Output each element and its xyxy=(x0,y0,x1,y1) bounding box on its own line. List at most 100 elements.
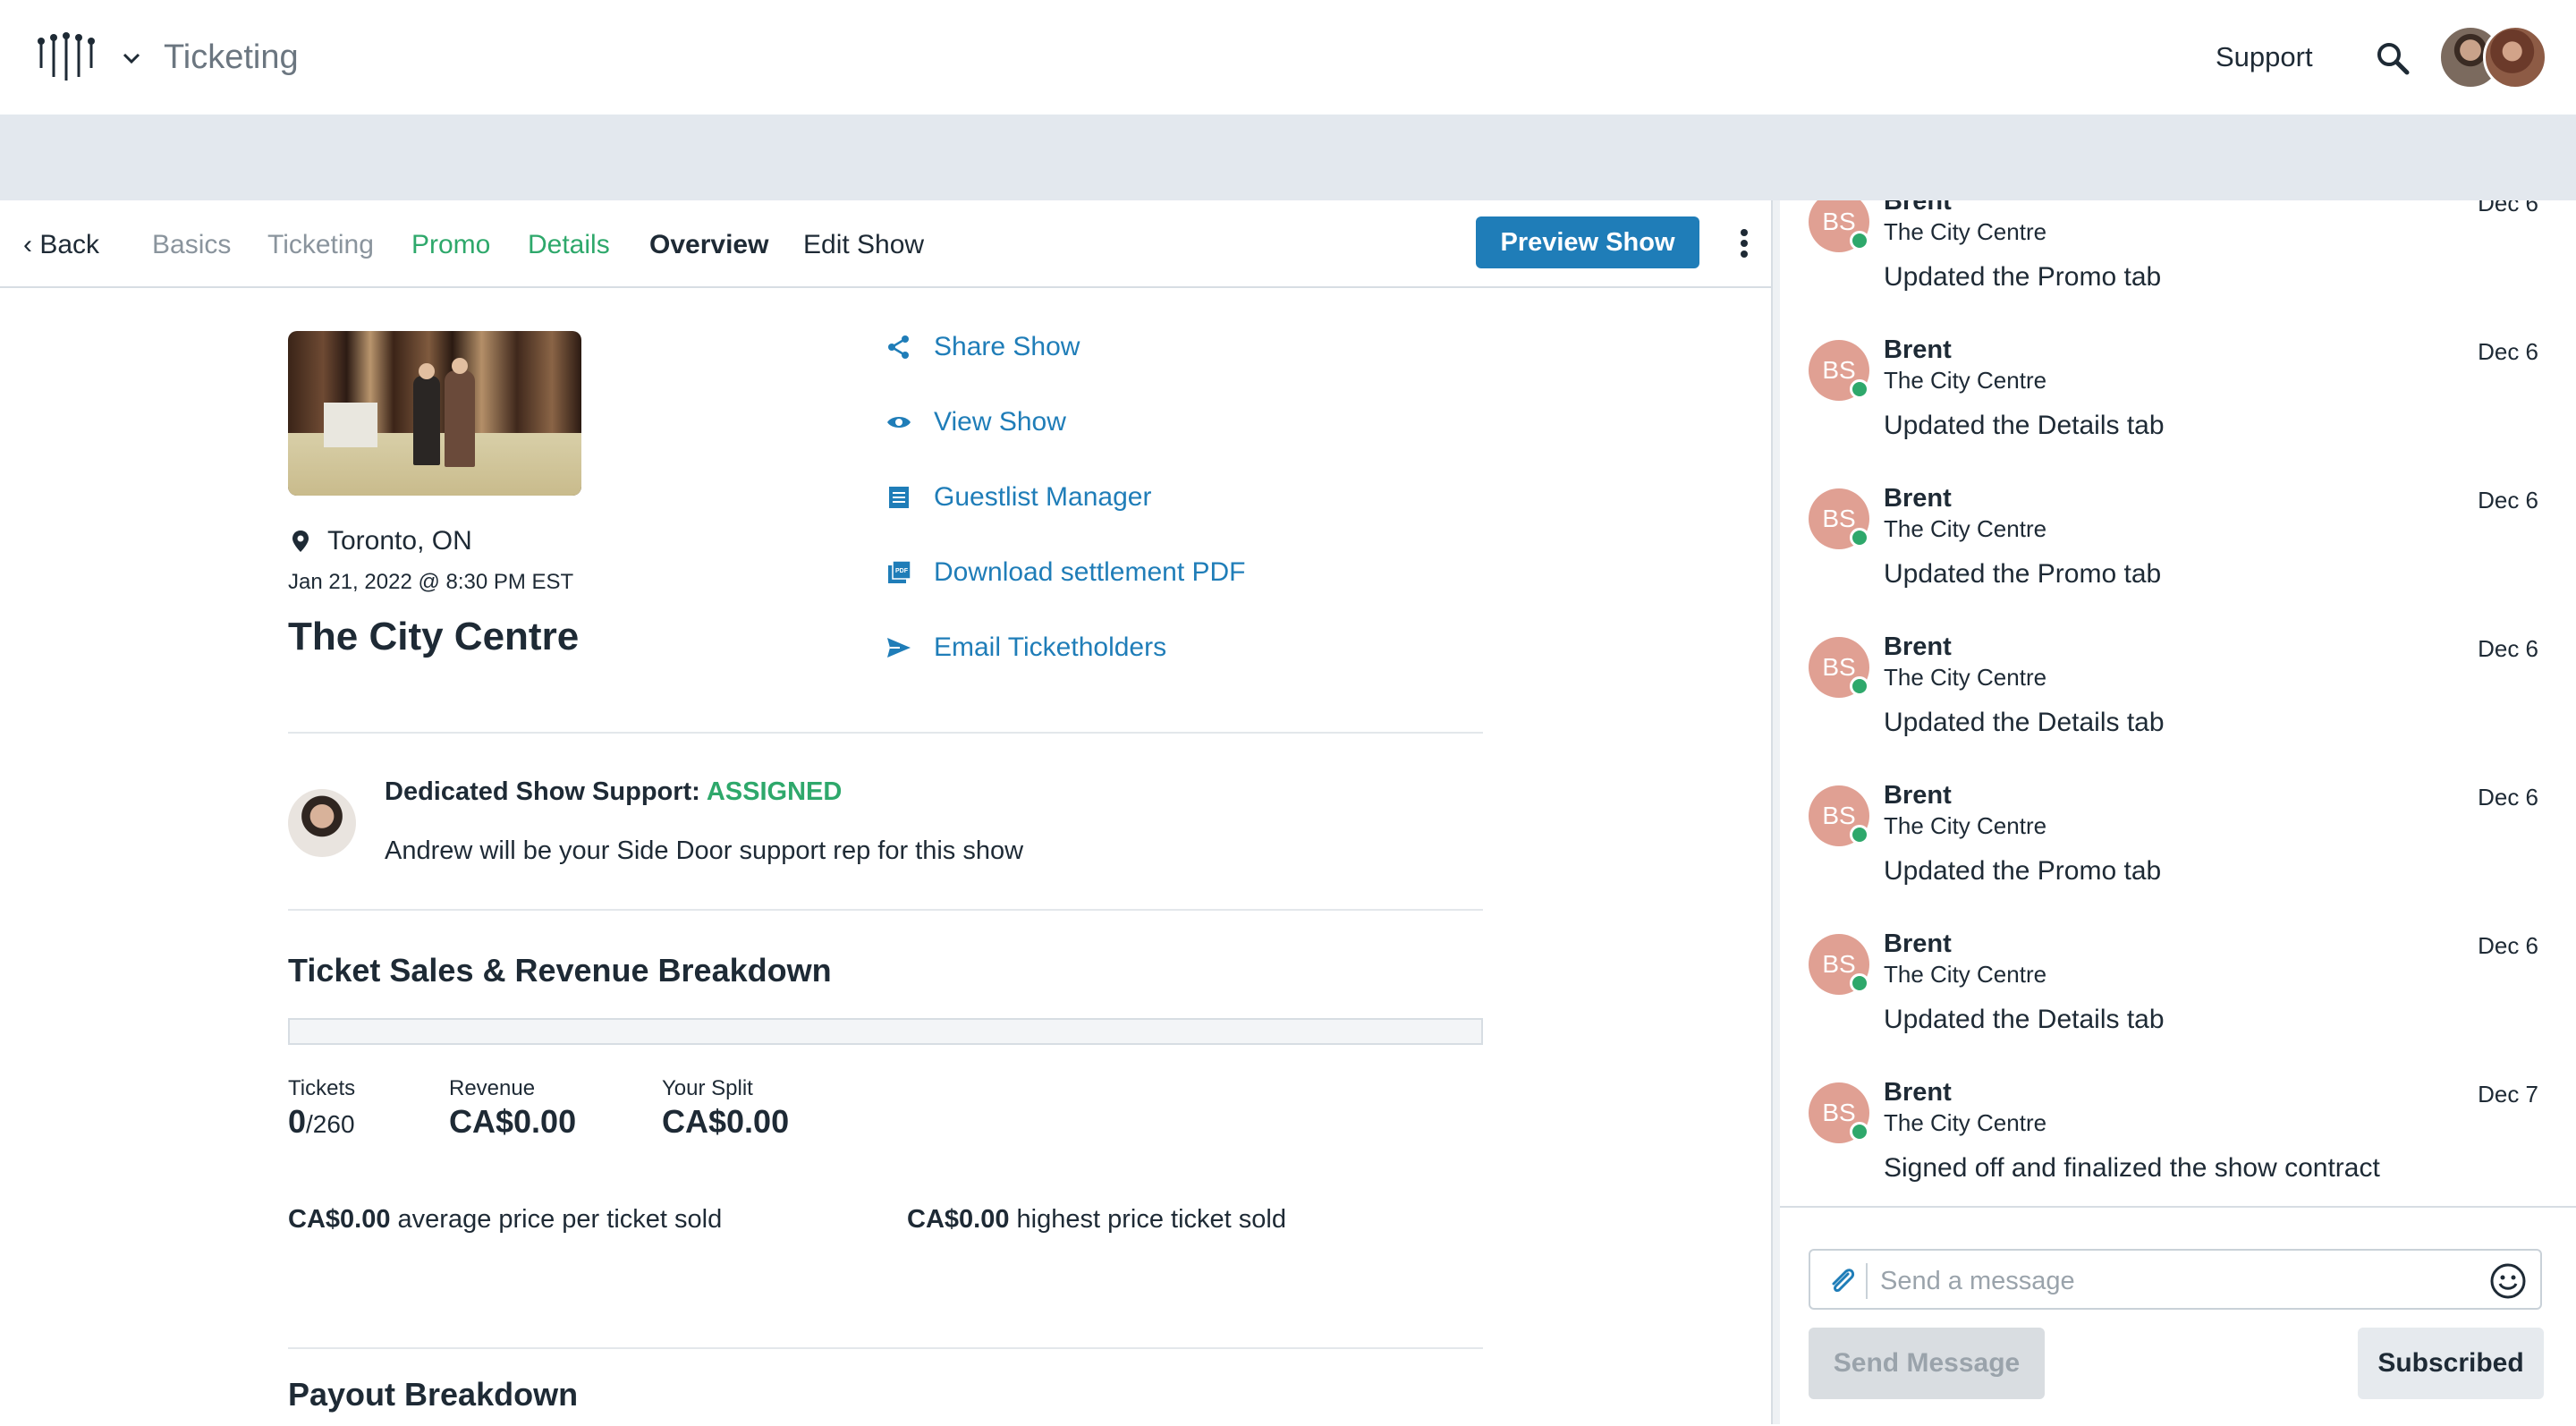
divider xyxy=(288,1347,1483,1349)
activity-date: Dec 6 xyxy=(2478,338,2538,365)
stat-value: 0/260 xyxy=(288,1102,355,1144)
online-status-dot xyxy=(1850,528,1869,547)
activity-venue: The City Centre xyxy=(1884,961,2047,988)
activity-date: Dec 6 xyxy=(2478,635,2538,662)
stat-caption: Your Split xyxy=(662,1076,753,1100)
stat-caption: Tickets xyxy=(288,1076,356,1100)
activity-date: Dec 6 xyxy=(2478,200,2538,216)
location-pin-icon xyxy=(292,531,309,552)
activity-venue: The City Centre xyxy=(1884,515,2047,542)
online-status-dot xyxy=(1850,1122,1869,1142)
tickets-stat: Tickets 0/260 xyxy=(288,1075,355,1144)
show-location: Toronto, ON xyxy=(327,526,472,556)
chevron-left-icon: ‹ xyxy=(23,230,40,259)
paperclip-icon[interactable] xyxy=(1825,1263,1859,1297)
revenue-stat: Revenue CA$0.00 xyxy=(449,1075,576,1142)
tab-ticketing[interactable]: Ticketing xyxy=(267,227,374,263)
activity-venue: The City Centre xyxy=(1884,812,2047,839)
activity-message: Updated the Details tab xyxy=(1884,411,2165,440)
back-label: Back xyxy=(39,230,100,259)
tab-promo[interactable]: Promo xyxy=(411,227,490,263)
activity-item: BS Brent The City Centre Updated the Promo … xyxy=(1780,781,2576,934)
top-bar: Ticketing Support xyxy=(0,0,2576,115)
tickets-sold: 0 xyxy=(288,1103,307,1140)
share-show-link[interactable]: Share Show xyxy=(886,329,1080,365)
action-label: View Show xyxy=(934,407,1066,437)
subscribed-button[interactable]: Subscribed xyxy=(2358,1328,2544,1399)
download-pdf-link[interactable]: PDF Download settlement PDF xyxy=(886,555,1246,590)
activity-date: Dec 6 xyxy=(2478,487,2538,514)
online-status-dot xyxy=(1850,231,1869,250)
chevron-down-icon[interactable] xyxy=(120,47,143,70)
activity-user-name: Brent xyxy=(1884,484,1952,513)
activity-venue: The City Centre xyxy=(1884,218,2047,245)
activity-item: BS Brent The City Centre Updated the Promo … xyxy=(1780,200,2576,340)
activity-user-name: Brent xyxy=(1884,200,1952,216)
message-composer: Send Message Subscribed xyxy=(1780,1206,2576,1426)
activity-item: BS Brent The City Centre Updated the Detail… xyxy=(1780,632,2576,785)
activity-venue: The City Centre xyxy=(1884,367,2047,394)
activity-item: BS Brent The City Centre Updated the Detail… xyxy=(1780,335,2576,488)
activity-user-name: Brent xyxy=(1884,1078,1952,1107)
more-options-icon[interactable] xyxy=(1735,225,1753,261)
message-box xyxy=(1809,1249,2542,1310)
ticket-sales-progress-bar xyxy=(288,1018,1483,1045)
activity-message: Updated the Details tab xyxy=(1884,1005,2165,1034)
activity-user-name: Brent xyxy=(1884,929,1952,958)
activity-date: Dec 7 xyxy=(2478,1081,2538,1108)
emoji-icon[interactable] xyxy=(2488,1261,2528,1301)
search-icon[interactable] xyxy=(2374,39,2411,77)
activity-date: Dec 6 xyxy=(2478,784,2538,811)
activity-sidebar: BS Brent The City Centre Updated the Promo … xyxy=(1780,200,2576,1426)
stat-caption: Revenue xyxy=(449,1076,536,1100)
action-label: Guestlist Manager xyxy=(934,482,1152,512)
support-heading-label: Dedicated Show Support: xyxy=(385,777,707,806)
online-status-dot xyxy=(1850,825,1869,845)
guestlist-manager-link[interactable]: Guestlist Manager xyxy=(886,480,1151,515)
online-status-dot xyxy=(1850,379,1869,399)
support-rep-avatar xyxy=(288,789,356,857)
send-message-button[interactable]: Send Message xyxy=(1809,1328,2045,1399)
show-tab-bar: ‹ Back Basics Ticketing Promo Details Ov… xyxy=(0,200,1771,288)
highest-price: CA$0.00 highest price ticket sold xyxy=(907,1202,1286,1236)
back-button[interactable]: ‹ Back xyxy=(23,227,99,263)
message-input[interactable] xyxy=(1878,1260,2436,1303)
activity-user-name: Brent xyxy=(1884,632,1952,661)
highest-price-text: highest price ticket sold xyxy=(1009,1205,1286,1234)
activity-message: Updated the Details tab xyxy=(1884,708,2165,737)
support-heading: Dedicated Show Support: ASSIGNED xyxy=(385,775,842,809)
online-status-dot xyxy=(1850,676,1869,696)
tab-details[interactable]: Details xyxy=(528,227,610,263)
divider xyxy=(288,909,1483,911)
list-icon xyxy=(889,487,909,508)
show-datetime: Jan 21, 2022 @ 8:30 PM EST xyxy=(288,570,574,594)
pane-divider xyxy=(1771,200,1780,1424)
average-price-text: average price per ticket sold xyxy=(390,1205,723,1234)
sales-section-title: Ticket Sales & Revenue Breakdown xyxy=(288,952,832,989)
action-label: Share Show xyxy=(934,332,1080,361)
support-description: Andrew will be your Side Door support re… xyxy=(385,836,1024,865)
input-separator xyxy=(1866,1263,1868,1299)
view-show-link[interactable]: View Show xyxy=(886,404,1066,440)
support-link[interactable]: Support xyxy=(2216,39,2313,75)
preview-show-button[interactable]: Preview Show xyxy=(1476,216,1699,268)
activity-date: Dec 6 xyxy=(2478,932,2538,959)
activity-message: Updated the Promo tab xyxy=(1884,856,2162,886)
pdf-icon: PDF xyxy=(888,560,911,583)
stat-value: CA$0.00 xyxy=(449,1103,577,1140)
show-image xyxy=(288,331,581,496)
tab-basics[interactable]: Basics xyxy=(152,227,231,263)
average-price-value: CA$0.00 xyxy=(288,1205,391,1234)
tab-overview[interactable]: Overview xyxy=(649,227,768,263)
payout-section-title: Payout Breakdown xyxy=(288,1376,579,1413)
overview-content: Toronto, ON Jan 21, 2022 @ 8:30 PM EST T… xyxy=(0,288,1771,1424)
activity-feed[interactable]: BS Brent The City Centre Updated the Promo … xyxy=(1780,200,2576,1206)
tickets-total: /260 xyxy=(306,1110,355,1138)
activity-user-name: Brent xyxy=(1884,335,1952,364)
action-label: Email Ticketholders xyxy=(934,632,1167,662)
secondary-avatar[interactable] xyxy=(2483,25,2547,89)
email-ticketholders-link[interactable]: Email Ticketholders xyxy=(886,630,1166,666)
sidedoor-logo-icon[interactable] xyxy=(36,32,107,82)
app-title: Ticketing xyxy=(164,38,299,76)
tab-edit-show[interactable]: Edit Show xyxy=(803,227,924,263)
